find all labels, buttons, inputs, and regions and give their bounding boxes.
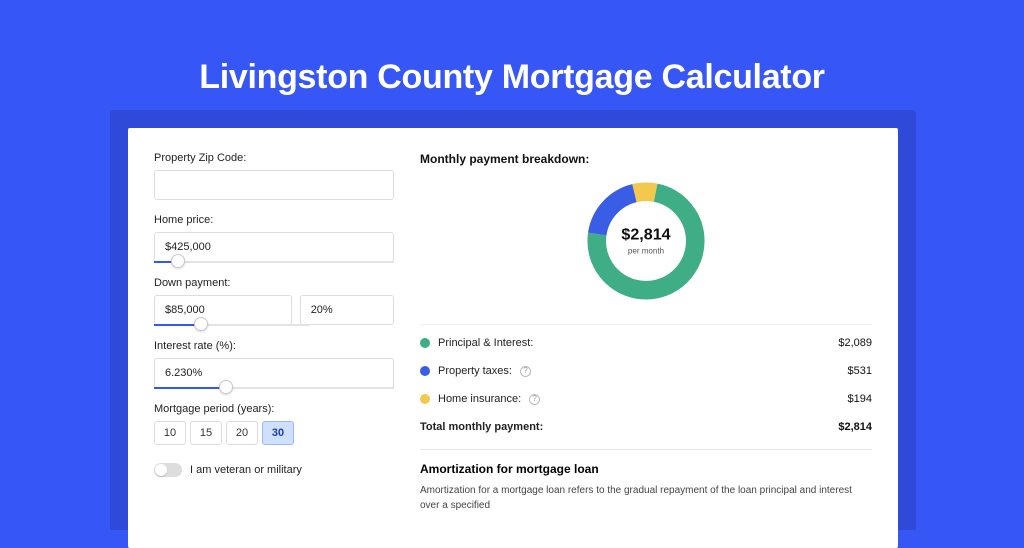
interest-label: Interest rate (%): xyxy=(154,340,394,352)
zip-input[interactable] xyxy=(154,170,394,200)
breakdown-row-principal: Principal & Interest: $2,089 xyxy=(420,329,872,357)
breakdown-total-label: Total monthly payment: xyxy=(420,421,543,433)
home-price-field: Home price: xyxy=(154,214,394,263)
swatch-blue xyxy=(420,366,430,376)
swatch-green xyxy=(420,338,430,348)
home-price-input[interactable] xyxy=(154,232,394,262)
home-price-slider[interactable] xyxy=(154,261,394,263)
veteran-toggle[interactable] xyxy=(154,463,182,477)
breakdown-label: Home insurance: xyxy=(438,393,521,405)
breakdown-value: $194 xyxy=(848,393,872,405)
down-payment-slider[interactable] xyxy=(154,324,310,326)
home-price-label: Home price: xyxy=(154,214,394,226)
breakdown-row-taxes: Property taxes: ? $531 xyxy=(420,357,872,385)
donut-chart: $2,814 per month xyxy=(420,176,872,306)
down-payment-label: Down payment: xyxy=(154,277,394,289)
page-title: Livingston County Mortgage Calculator xyxy=(0,0,1024,97)
breakdown-column: Monthly payment breakdown: $2,814 per mo… xyxy=(420,152,872,548)
period-label: Mortgage period (years): xyxy=(154,403,394,415)
breakdown-label: Property taxes: xyxy=(438,365,512,377)
slider-thumb[interactable] xyxy=(219,380,233,394)
breakdown-list: Principal & Interest: $2,089 Property ta… xyxy=(420,324,872,441)
info-icon[interactable]: ? xyxy=(520,366,531,377)
breakdown-title: Monthly payment breakdown: xyxy=(420,152,872,166)
period-option-15[interactable]: 15 xyxy=(190,421,222,445)
form-column: Property Zip Code: Home price: Down paym… xyxy=(154,152,394,548)
zip-field: Property Zip Code: xyxy=(154,152,394,200)
period-group: 10 15 20 30 xyxy=(154,421,394,445)
info-icon[interactable]: ? xyxy=(529,394,540,405)
interest-field: Interest rate (%): xyxy=(154,340,394,389)
period-option-10[interactable]: 10 xyxy=(154,421,186,445)
interest-input[interactable] xyxy=(154,358,394,388)
breakdown-value: $2,089 xyxy=(838,337,872,349)
breakdown-row-insurance: Home insurance: ? $194 xyxy=(420,385,872,413)
amortization-section: Amortization for mortgage loan Amortizat… xyxy=(420,449,872,513)
amortization-title: Amortization for mortgage loan xyxy=(420,462,872,476)
amortization-text: Amortization for a mortgage loan refers … xyxy=(420,484,872,513)
slider-thumb[interactable] xyxy=(171,254,185,268)
veteran-row: I am veteran or military xyxy=(154,463,394,477)
swatch-yellow xyxy=(420,394,430,404)
period-field: Mortgage period (years): 10 15 20 30 xyxy=(154,403,394,445)
period-option-30[interactable]: 30 xyxy=(262,421,294,445)
donut-center-value: $2,814 xyxy=(621,225,670,243)
donut-center-sub: per month xyxy=(628,246,664,255)
breakdown-label: Principal & Interest: xyxy=(438,337,533,349)
period-option-20[interactable]: 20 xyxy=(226,421,258,445)
breakdown-value: $531 xyxy=(848,365,872,377)
breakdown-row-total: Total monthly payment: $2,814 xyxy=(420,413,872,441)
veteran-label: I am veteran or military xyxy=(190,464,302,476)
toggle-thumb xyxy=(155,464,167,476)
breakdown-total-value: $2,814 xyxy=(838,421,872,433)
slider-thumb[interactable] xyxy=(194,317,208,331)
down-payment-field: Down payment: xyxy=(154,277,394,326)
zip-label: Property Zip Code: xyxy=(154,152,394,164)
calculator-panel: Property Zip Code: Home price: Down paym… xyxy=(128,128,898,548)
down-payment-pct-input[interactable] xyxy=(300,295,394,325)
down-payment-input[interactable] xyxy=(154,295,292,325)
interest-slider[interactable] xyxy=(154,387,394,389)
